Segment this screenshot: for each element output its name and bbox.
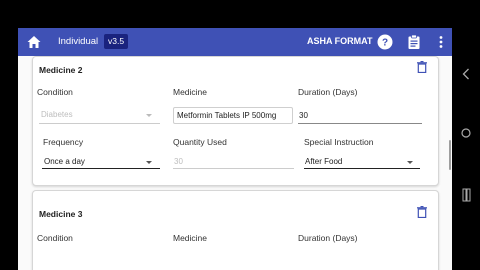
clipboard-icon[interactable] [406, 34, 422, 50]
condition-label: Condition [37, 87, 73, 97]
duration-field[interactable]: 30 [299, 111, 308, 120]
condition-select: Diabetes [41, 110, 73, 119]
circle-home-icon[interactable] [461, 128, 471, 138]
frequency-label: Frequency [43, 137, 84, 147]
medicine-field[interactable]: Metformin Tablets IP 500mg [173, 107, 293, 124]
app-screen: Individual v3.5 ASHA FORMAT ? Medicine 2 [18, 28, 452, 270]
more-vert-icon[interactable] [433, 34, 449, 50]
medicine-label: Medicine [173, 233, 208, 243]
medicine-label: Medicine [173, 87, 208, 97]
version-badge: v3.5 [104, 34, 129, 49]
scrollbar[interactable] [449, 140, 451, 170]
quantity-field: 30 [174, 157, 183, 166]
medicine-2-heading: Medicine 2 [39, 65, 83, 75]
medicine-2-card: Medicine 2 Condition Diabetes Medicine M… [32, 56, 439, 186]
instruction-select[interactable]: After Food [305, 157, 342, 166]
medicine-value: Metformin Tablets IP 500mg [177, 111, 277, 120]
medicine-3-heading: Medicine 3 [39, 209, 83, 219]
duration-label: Duration (Days) [298, 233, 358, 243]
chevron-down-icon [146, 114, 152, 117]
quantity-underline [173, 168, 294, 169]
instruction-label: Special Instruction [304, 137, 374, 147]
instruction-underline [304, 168, 420, 170]
svg-text:?: ? [382, 38, 388, 49]
condition-underline [39, 123, 160, 124]
delete-icon[interactable] [417, 206, 427, 218]
system-nav-bar [452, 28, 480, 270]
chevron-down-icon [146, 161, 152, 164]
duration-label: Duration (Days) [298, 87, 358, 97]
home-icon[interactable] [26, 34, 42, 50]
medicine-3-card: Medicine 3 Condition Medicine Duration (… [32, 190, 439, 270]
delete-icon[interactable] [417, 61, 427, 73]
chevron-down-icon [407, 161, 413, 164]
app-title: Individual [58, 36, 99, 47]
duration-underline [298, 123, 422, 124]
help-circle-icon[interactable]: ? [377, 34, 393, 50]
app-bar: Individual v3.5 ASHA FORMAT ? [18, 28, 452, 56]
frequency-underline [42, 168, 160, 170]
chevron-left-icon[interactable] [462, 68, 470, 80]
format-label: ASHA FORMAT [307, 36, 373, 46]
condition-label: Condition [37, 233, 73, 243]
recents-icon[interactable] [462, 188, 471, 202]
frequency-select[interactable]: Once a day [44, 157, 85, 166]
quantity-label: Quantity Used [173, 137, 227, 147]
